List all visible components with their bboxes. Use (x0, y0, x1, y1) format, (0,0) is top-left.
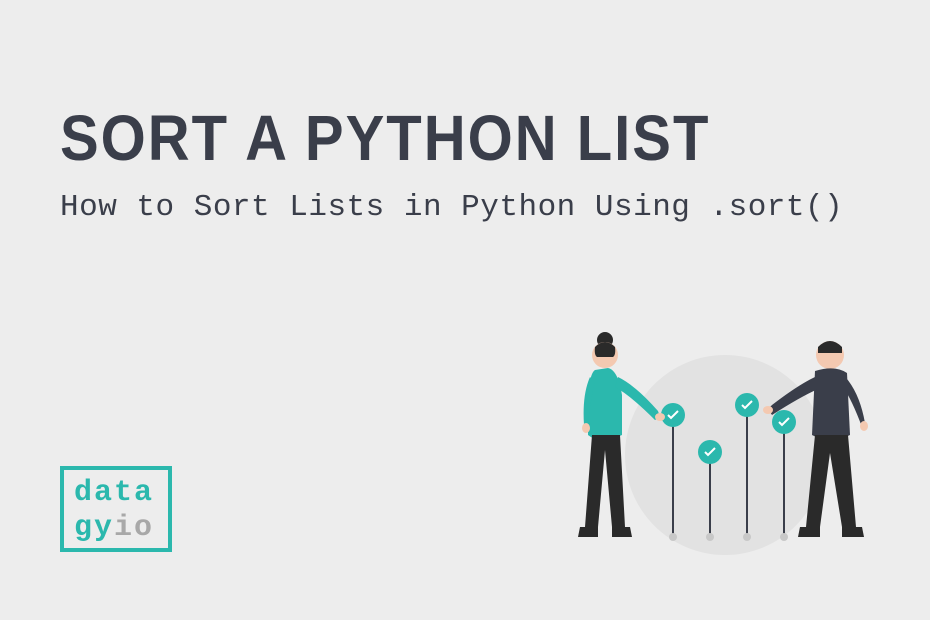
brand-logo: data gyio (60, 466, 172, 552)
logo-line1: data (74, 476, 158, 511)
logo-line2: gyio (74, 511, 158, 546)
bg-circle (625, 355, 825, 555)
people-illustration (550, 305, 880, 565)
page-subtitle: How to Sort Lists in Python Using .sort(… (60, 186, 870, 231)
page-title: SORT A PYTHON LIST (60, 107, 870, 171)
